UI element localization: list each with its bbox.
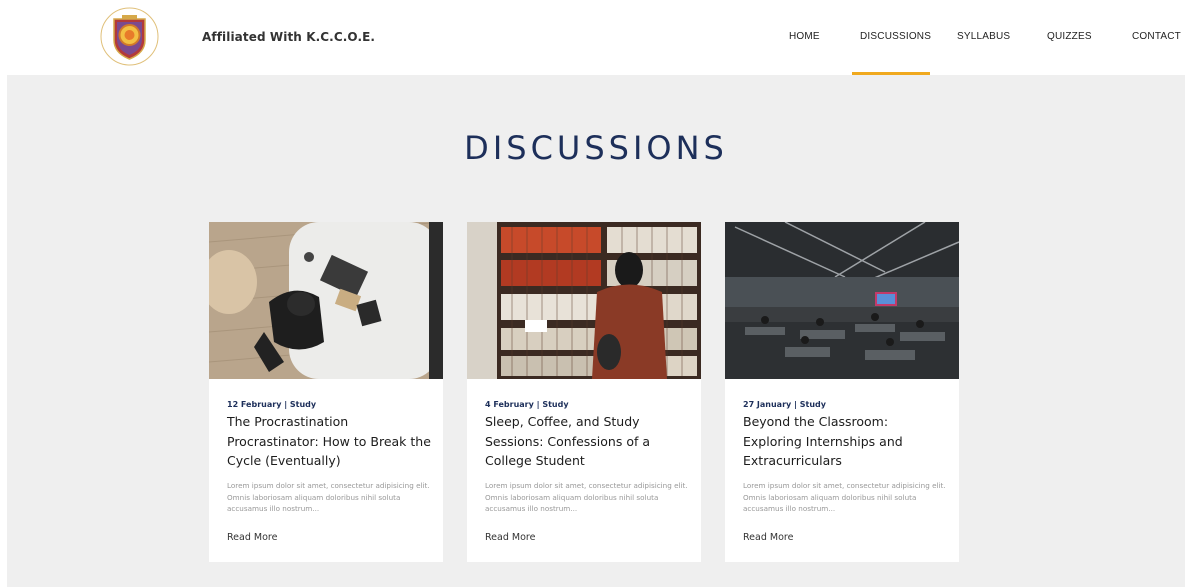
post-excerpt: Lorem ipsum dolor sit amet, consectetur … (485, 481, 688, 513)
post-meta: 27 January | Study (743, 400, 826, 409)
read-more-link[interactable]: Read More (227, 532, 277, 543)
read-more-link[interactable]: Read More (485, 532, 535, 543)
nav-syllabus[interactable]: SYLLABUS (957, 31, 1010, 42)
main-nav: HOME DISCUSSIONS SYLLABUS QUIZZES CONTAC… (0, 0, 1192, 75)
post-meta: 12 February | Study (227, 400, 317, 409)
post-title[interactable]: The Procrastination Procrastinator: How … (227, 412, 432, 471)
page-title: DISCUSSIONS (464, 129, 728, 167)
post-excerpt: Lorem ipsum dolor sit amet, consectetur … (227, 481, 430, 513)
post-excerpt: Lorem ipsum dolor sit amet, consectetur … (743, 481, 946, 513)
discussion-card[interactable]: 27 January | Study Beyond the Classroom:… (725, 222, 959, 562)
nav-discussions[interactable]: DISCUSSIONS (860, 31, 931, 42)
nav-quizzes[interactable]: QUIZZES (1047, 31, 1092, 42)
event-hall-photo[interactable] (725, 222, 959, 379)
library-bookshelf-photo[interactable] (467, 222, 701, 379)
student-laptop-photo[interactable] (209, 222, 443, 379)
read-more-link[interactable]: Read More (743, 532, 793, 543)
post-meta: 4 February | Study (485, 400, 569, 409)
site-header: Affiliated With K.C.C.O.E. HOME DISCUSSI… (0, 0, 1192, 75)
nav-contact[interactable]: CONTACT (1132, 31, 1181, 42)
nav-home[interactable]: HOME (789, 31, 820, 42)
discussions-section: DISCUSSIONS 12 February | Study The Proc… (7, 75, 1185, 587)
discussion-card[interactable]: 12 February | Study The Procrastination … (209, 222, 443, 562)
post-title[interactable]: Sleep, Coffee, and Study Sessions: Confe… (485, 412, 690, 471)
post-title[interactable]: Beyond the Classroom: Exploring Internsh… (743, 412, 948, 471)
discussion-card[interactable]: 4 February | Study Sleep, Coffee, and St… (467, 222, 701, 562)
